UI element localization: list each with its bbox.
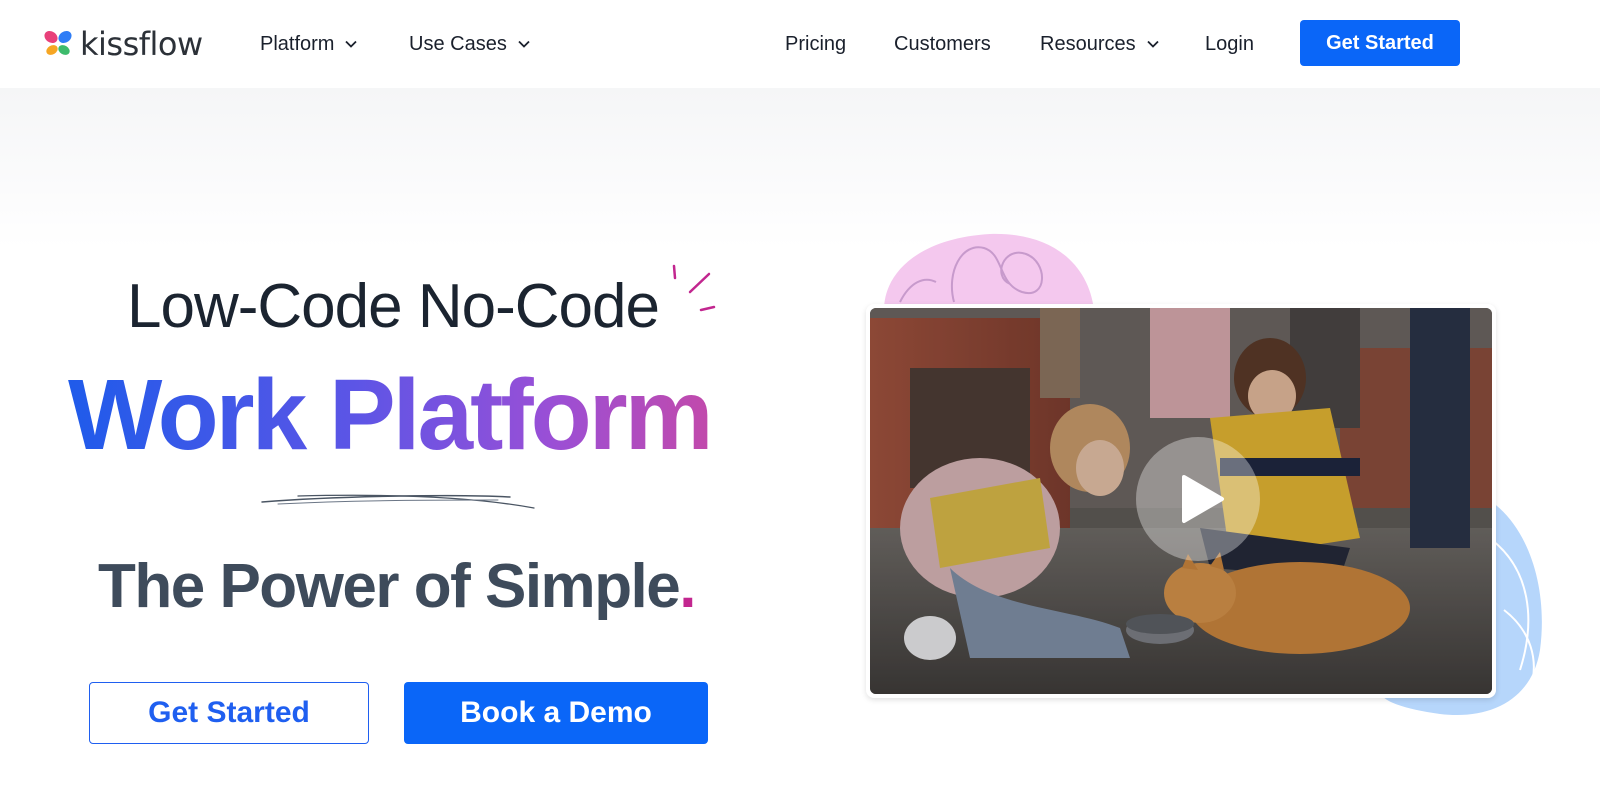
nav-use-cases-label: Use Cases [409,32,507,55]
pink-decor-blob [884,233,1094,310]
hero-get-started-button[interactable]: Get Started [89,682,369,744]
chevron-down-icon [1146,40,1159,48]
play-icon [1182,475,1224,523]
nav-pricing-label: Pricing [785,32,847,55]
kissflow-logo[interactable]: kissflow [42,28,203,60]
hero-headline-low-code: Low-Code No-Code [127,272,660,341]
nav-resources-label: Resources [1040,32,1136,55]
hero-tagline-text: The Power of Simple [98,552,681,621]
chevron-down-icon [345,40,358,48]
nav-use-cases[interactable]: Use Cases [409,30,531,58]
nav-platform-label: Platform [260,32,335,55]
book-a-demo-button[interactable]: Book a Demo [404,682,708,744]
sparkle-accent-icon [672,264,716,312]
nav-customers-label: Customers [894,32,991,55]
butterfly-logo-icon [44,30,72,55]
nav-login[interactable]: Login [1205,30,1254,58]
nav-platform[interactable]: Platform [260,30,358,58]
nav-customers[interactable]: Customers [894,30,991,58]
brand-name: kissflow [80,25,203,63]
nav-login-label: Login [1205,32,1254,55]
play-video-button[interactable] [1136,437,1260,561]
hero-headline-work-platform: Work Platform [68,359,714,471]
hero-tagline: The Power of Simple. [98,552,696,622]
nav-resources[interactable]: Resources [1040,30,1160,58]
site-header: kissflow Platform Use Cases Pricing Cust… [0,0,1600,88]
nav-pricing[interactable]: Pricing [785,30,846,58]
tagline-period: . [679,552,696,621]
chevron-down-icon [518,40,530,48]
header-get-started-button[interactable]: Get Started [1300,20,1460,66]
underline-scribble [261,494,535,509]
